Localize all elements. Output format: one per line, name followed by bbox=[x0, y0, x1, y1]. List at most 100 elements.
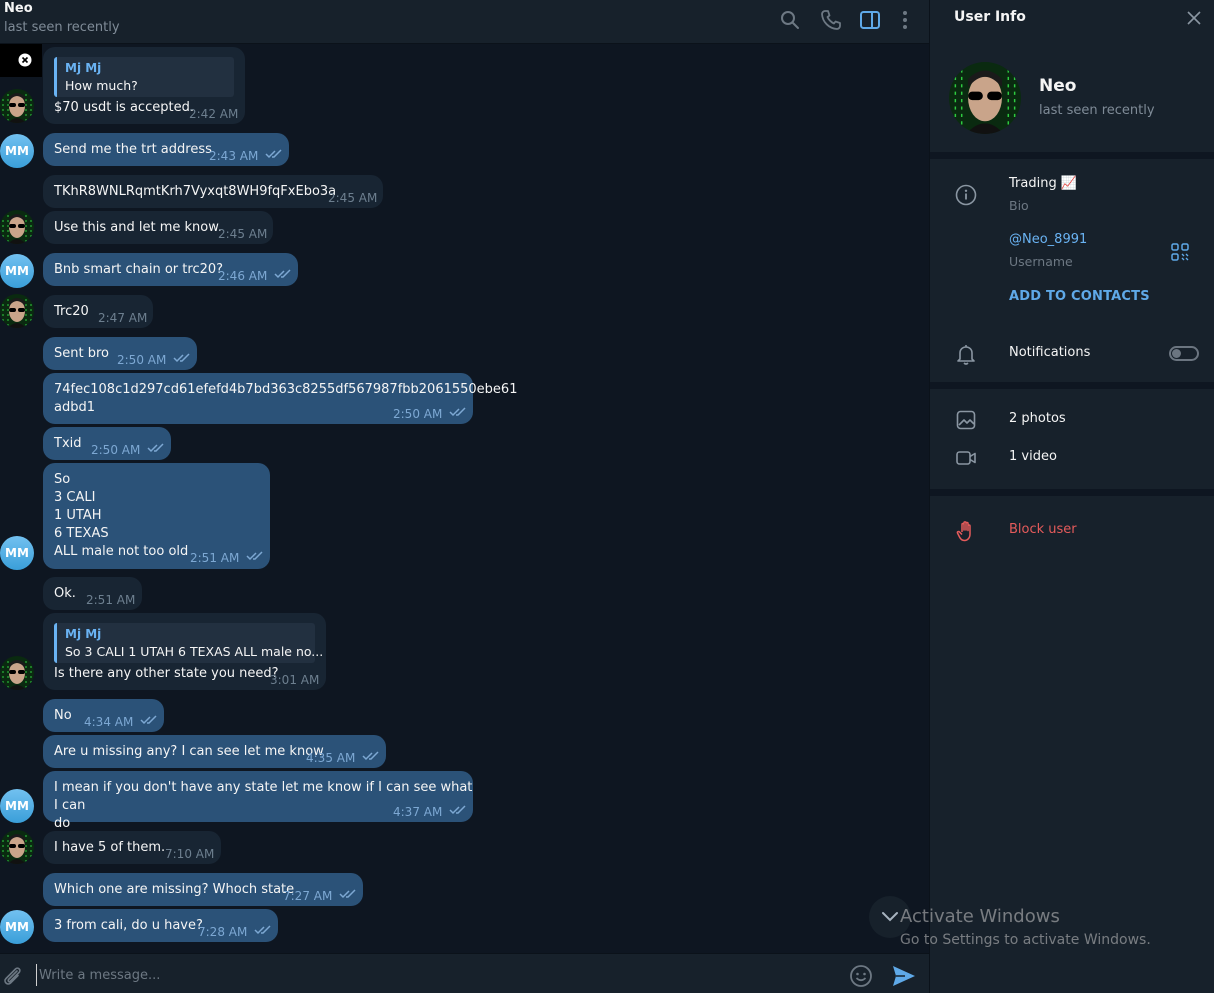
reply-text: So 3 CALI 1 UTAH 6 TEXAS ALL male no... bbox=[65, 644, 324, 659]
close-icon[interactable] bbox=[1186, 10, 1202, 26]
bell-icon bbox=[957, 345, 975, 365]
message-time: 7:28 AM bbox=[198, 925, 248, 939]
profile-name: Neo bbox=[1039, 76, 1077, 96]
message-text: Is there any other state you need? bbox=[54, 666, 279, 681]
avatar[interactable] bbox=[0, 830, 34, 864]
message-bubble[interactable]: I mean if you don't have any state let m… bbox=[43, 771, 473, 831]
message-bubble[interactable]: Sent bro 2:50 AM bbox=[43, 337, 197, 370]
reply-quote[interactable]: Mj Mj So 3 CALI 1 UTAH 6 TEXAS ALL male … bbox=[54, 623, 324, 663]
message-time: 4:37 AM bbox=[393, 805, 443, 819]
neo-avatar-image bbox=[949, 62, 1021, 134]
reply-text: How much? bbox=[65, 78, 138, 93]
videos-link[interactable]: 1 video bbox=[1009, 449, 1057, 464]
reply-author: Mj Mj bbox=[65, 61, 102, 75]
message-text: Trc20 bbox=[54, 304, 89, 319]
avatar[interactable]: MM bbox=[0, 134, 34, 168]
info-circle-icon bbox=[955, 184, 977, 206]
avatar[interactable] bbox=[0, 210, 34, 244]
message-bubble[interactable]: Ok. 2:51 AM bbox=[43, 577, 142, 610]
send-icon[interactable] bbox=[891, 964, 917, 988]
read-check-icon bbox=[173, 353, 190, 363]
read-check-icon bbox=[140, 715, 157, 725]
message-time: 4:34 AM bbox=[84, 715, 134, 729]
message-bubble[interactable]: TKhR8WNLRqmtKrh7Vyxqt8WH9fqFxEbo3a 2:45 … bbox=[43, 175, 383, 208]
read-check-icon bbox=[265, 149, 282, 159]
message-time: 2:45 AM bbox=[328, 191, 378, 205]
message-text: Are u missing any? I can see let me know bbox=[54, 744, 324, 759]
message-bubble[interactable]: No 4:34 AM bbox=[43, 699, 164, 732]
chat-header: Neo last seen recently bbox=[0, 0, 929, 44]
search-icon[interactable] bbox=[778, 8, 802, 32]
message-time: 2:47 AM bbox=[98, 311, 148, 325]
more-vertical-icon[interactable] bbox=[893, 8, 917, 32]
message-time: 2:46 AM bbox=[218, 269, 268, 283]
chat-title[interactable]: Neo bbox=[4, 1, 33, 16]
message-bubble[interactable]: Which one are missing? Whoch state 7:27 … bbox=[43, 873, 363, 906]
message-text: Sent bro bbox=[54, 346, 109, 361]
user-info-panel: User Info Neo last seen recently Trading… bbox=[929, 0, 1214, 993]
neo-avatar-image bbox=[0, 294, 34, 328]
avatar[interactable]: MM bbox=[0, 910, 34, 944]
avatar[interactable] bbox=[0, 89, 34, 123]
photos-link[interactable]: 2 photos bbox=[1009, 411, 1066, 426]
neo-avatar-image bbox=[0, 89, 34, 123]
message-text: $70 usdt is accepted. bbox=[54, 100, 194, 115]
reply-author: Mj Mj bbox=[65, 627, 102, 641]
message-text: Use this and let me know. bbox=[54, 220, 222, 235]
neo-avatar-image bbox=[0, 656, 34, 690]
message-time: 3:01 AM bbox=[270, 673, 320, 687]
message-bubble[interactable]: Mj Mj How much? $70 usdt is accepted. 2:… bbox=[43, 47, 245, 124]
avatar[interactable]: MM bbox=[0, 536, 34, 570]
bio-text: Trading 📈 bbox=[1009, 176, 1078, 191]
photo-icon bbox=[956, 410, 976, 430]
message-bubble[interactable]: Send me the trt address 2:43 AM bbox=[43, 133, 289, 166]
message-input[interactable] bbox=[36, 964, 826, 986]
section-divider bbox=[930, 382, 1214, 389]
message-bubble[interactable]: Txid 2:50 AM bbox=[43, 427, 171, 460]
message-bubble[interactable]: 74fec108c1d297cd61efefd4b7bd363c8255df56… bbox=[43, 373, 517, 424]
avatar[interactable] bbox=[0, 294, 34, 328]
message-list[interactable]: Mj Mj How much? $70 usdt is accepted. 2:… bbox=[0, 44, 929, 953]
profile-avatar[interactable] bbox=[949, 62, 1021, 134]
notifications-toggle[interactable] bbox=[1169, 346, 1199, 361]
message-bubble[interactable]: Are u missing any? I can see let me know… bbox=[43, 735, 386, 768]
message-text: So 3 CALI 1 UTAH 6 TEXAS ALL male not to… bbox=[54, 472, 189, 559]
section-divider bbox=[930, 152, 1214, 159]
message-time: 2:51 AM bbox=[86, 593, 136, 607]
message-bubble[interactable]: Mj Mj So 3 CALI 1 UTAH 6 TEXAS ALL male … bbox=[43, 613, 326, 690]
profile-status: last seen recently bbox=[1039, 103, 1155, 118]
neo-avatar-image bbox=[0, 210, 34, 244]
phone-icon[interactable] bbox=[819, 8, 843, 32]
reply-quote[interactable]: Mj Mj How much? bbox=[54, 57, 234, 97]
scroll-to-bottom-button[interactable] bbox=[869, 896, 911, 938]
message-bubble[interactable]: So 3 CALI 1 UTAH 6 TEXAS ALL male not to… bbox=[43, 463, 270, 569]
section-divider bbox=[930, 489, 1214, 496]
add-to-contacts-button[interactable]: ADD TO CONTACTS bbox=[1009, 289, 1150, 304]
message-text: Ok. bbox=[54, 586, 76, 601]
message-bubble[interactable]: I have 5 of them. 7:10 AM bbox=[43, 831, 221, 864]
avatar[interactable]: MM bbox=[0, 254, 34, 288]
emoji-icon[interactable] bbox=[849, 964, 873, 988]
video-icon bbox=[956, 451, 976, 465]
paperclip-icon[interactable] bbox=[2, 965, 24, 987]
sidebar-toggle-icon[interactable] bbox=[858, 8, 882, 32]
qr-code-icon[interactable] bbox=[1171, 243, 1189, 261]
read-check-icon bbox=[147, 443, 164, 453]
message-text: Bnb smart chain or trc20? bbox=[54, 262, 224, 277]
message-text: Which one are missing? Whoch state bbox=[54, 882, 295, 897]
message-text: 3 from cali, do u have? bbox=[54, 918, 203, 933]
message-time: 2:45 AM bbox=[218, 227, 268, 241]
avatar[interactable]: MM bbox=[0, 789, 34, 823]
read-check-icon bbox=[449, 407, 466, 417]
message-text: 74fec108c1d297cd61efefd4b7bd363c8255df56… bbox=[54, 382, 518, 415]
block-user-button[interactable]: Block user bbox=[1009, 522, 1077, 537]
message-bubble[interactable]: 3 from cali, do u have? 7:28 AM bbox=[43, 909, 278, 942]
avatar[interactable] bbox=[0, 656, 34, 690]
message-bubble[interactable]: Trc20 2:47 AM bbox=[43, 295, 153, 328]
message-time: 2:50 AM bbox=[393, 407, 443, 421]
message-bubble[interactable]: Use this and let me know. 2:45 AM bbox=[43, 211, 273, 244]
username-text[interactable]: @Neo_8991 bbox=[1009, 232, 1087, 247]
message-time: 2:43 AM bbox=[209, 149, 259, 163]
notifications-label: Notifications bbox=[1009, 345, 1091, 360]
message-bubble[interactable]: Bnb smart chain or trc20? 2:46 AM bbox=[43, 253, 298, 286]
